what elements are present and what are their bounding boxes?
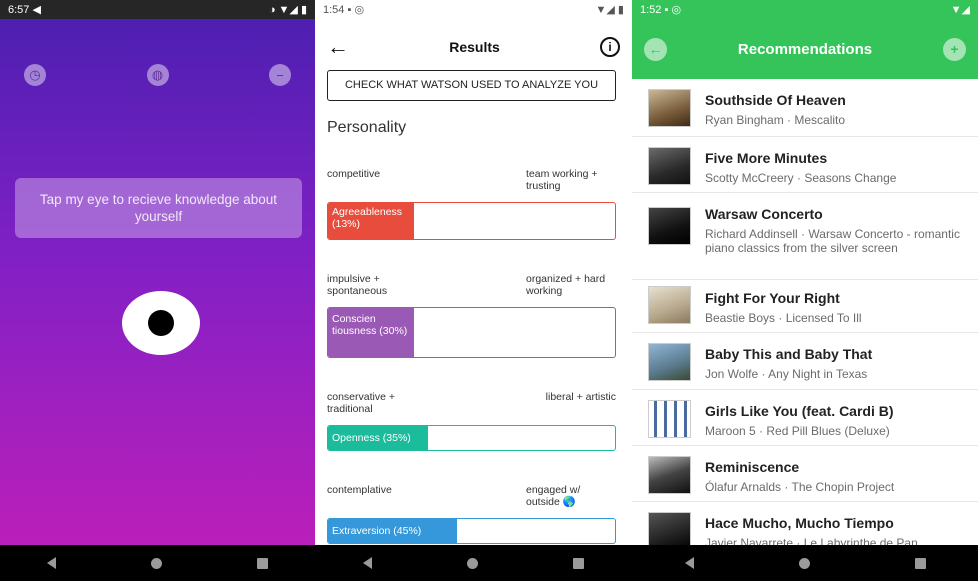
tap-eye-message: Tap my eye to recieve knowledge about yo… [15,178,302,238]
trait-fill: Extraversion (45%) [328,519,458,543]
pupil-icon [148,310,174,336]
album-art [648,456,691,494]
song-subtitle: Jon Wolfe · Any Night in Texas [705,367,868,381]
list-item[interactable]: Warsaw Concerto Richard Addinsell · Wars… [632,193,978,280]
recents-nav-icon[interactable] [573,557,585,569]
song-title: Five More Minutes [705,150,828,166]
trait-bar: Conscien tiousness (30%) [327,307,616,358]
trait-left-label: conservative + traditional [327,391,395,415]
song-title: Baby This and Baby That [705,346,873,362]
album-art [648,343,691,381]
trait-right-label: team working + trusting [526,168,598,192]
trait-fill: Conscien tiousness (30%) [328,308,415,357]
home-nav-icon[interactable] [150,557,162,569]
song-subtitle: Richard Addinsell · Warsaw Concerto - ro… [705,227,960,255]
send-icon: ◀ [32,4,41,16]
add-circle-icon[interactable]: + [942,37,966,61]
status-bar: 1:54 ▪ ◎ ▼◢ ▮ [315,0,632,19]
status-icons: ▼◢ [950,4,970,16]
nav-bar [315,545,632,581]
song-title: Southside Of Heaven [705,92,846,108]
screen-recommendations: 1:52 ▪ ◎ ▼◢ ← Recommendations + Southsid… [632,0,978,581]
song-title: Fight For Your Right [705,290,840,306]
page-title: Recommendations [737,40,873,58]
trait-conscientiousness: impulsive + spontaneous organized + hard … [327,273,616,358]
trait-openness: conservative + traditional liberal + arti… [327,391,616,451]
watson-analysis-button[interactable]: CHECK WHAT WATSON USED TO ANALYZE YOU [327,70,616,101]
status-time: 6:57 [8,4,30,16]
trait-bar: Extraversion (45%) [327,518,616,544]
album-art [648,89,691,127]
song-subtitle: Ryan Bingham · Mescalito [705,113,846,127]
back-arrow-icon[interactable]: ← [327,34,349,60]
back-circle-icon[interactable]: ← [644,37,667,61]
status-time: 1:54 [323,4,345,16]
notification-icons: ▪ ◎ [347,4,365,16]
minus-circle-icon[interactable]: − [269,64,291,86]
notification-icons: ▪ ◎ [664,4,682,16]
trait-agreeableness: competitive team working + trusting Agree… [327,168,616,240]
list-item[interactable]: Baby This and Baby That Jon Wolfe · Any … [632,333,978,390]
album-art [648,207,691,245]
info-icon[interactable]: i [599,37,620,57]
trait-left-label: contemplative [327,484,392,496]
trait-right-label: organized + hard working [526,273,606,297]
back-nav-icon[interactable] [362,557,372,569]
status-time: 1:52 [640,4,662,16]
status-bar: 6:57 ◀ ◑ ▼◢ ▮ [0,0,315,19]
trait-fill: Agreeableness (13%) [328,203,415,239]
song-title: Hace Mucho, Mucho Tiempo [705,515,894,531]
recents-nav-icon[interactable] [914,557,926,569]
trait-right-label: liberal + artistic [545,391,616,403]
nav-bar [0,545,315,581]
song-subtitle: Scotty McCreery · Seasons Change [705,171,897,185]
song-title: Girls Like You (feat. Cardi B) [705,403,894,419]
eye-button[interactable] [122,291,200,355]
list-item[interactable]: Southside Of Heaven Ryan Bingham · Mesca… [632,79,978,137]
status-bar: 1:52 ▪ ◎ ▼◢ [632,0,978,19]
trait-left-label: competitive [327,168,381,180]
song-subtitle: Ólafur Arnalds · The Chopin Project [705,480,895,494]
status-icons: ▼◢ ▮ [595,4,624,16]
trait-bar: Openness (35%) [327,425,616,451]
home-nav-icon[interactable] [798,557,810,569]
recents-nav-icon[interactable] [256,557,268,569]
trait-right-label: engaged w/ outside 🌎 [526,484,581,508]
results-header: ← Results i [315,29,632,65]
back-nav-icon[interactable] [684,557,694,569]
trait-extraversion: contemplative engaged w/ outside 🌎 Extrav… [327,484,616,544]
section-title: Personality [327,119,407,136]
screen-results: 1:54 ▪ ◎ ▼◢ ▮ ← Results i CHECK WHAT WAT… [315,0,632,581]
album-art [648,147,691,185]
list-item[interactable]: Fight For Your Right Beastie Boys · Lice… [632,280,978,333]
clock-icon[interactable]: ◷ [24,64,46,86]
list-item[interactable]: Girls Like You (feat. Cardi B) Maroon 5 … [632,390,978,446]
nav-bar [632,545,978,581]
song-subtitle: Beastie Boys · Licensed To Ill [705,311,862,325]
song-subtitle: Maroon 5 · Red Pill Blues (Deluxe) [705,424,890,438]
album-art [648,400,691,438]
page-title: Results [449,39,500,55]
recommendations-header: ← Recommendations + [632,19,978,79]
trait-bar: Agreeableness (13%) [327,202,616,240]
home-nav-icon[interactable] [466,557,478,569]
globe-icon[interactable]: ◍ [146,64,169,86]
list-item[interactable]: Reminiscence Ólafur Arnalds · The Chopin… [632,446,978,502]
album-art [648,286,691,324]
song-title: Warsaw Concerto [705,206,823,222]
back-nav-icon[interactable] [47,557,57,569]
song-list: Southside Of Heaven Ryan Bingham · Mesca… [632,79,978,550]
trait-left-label: impulsive + spontaneous [327,273,388,297]
list-item[interactable]: Five More Minutes Scotty McCreery · Seas… [632,137,978,193]
screen-eye: 6:57 ◀ ◑ ▼◢ ▮ ◷ ◍ − Tap my eye to reciev… [0,0,315,581]
song-title: Reminiscence [705,459,800,475]
status-icons: ◑ ▼◢ ▮ [268,4,307,16]
trait-fill: Openness (35%) [328,426,429,450]
